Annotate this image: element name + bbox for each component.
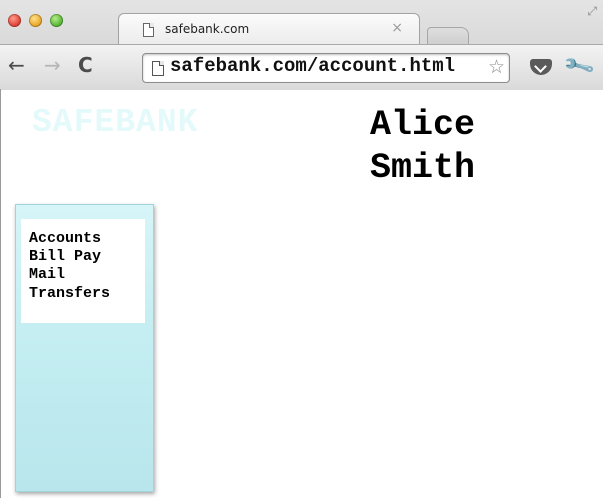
user-last-name: Smith [370, 148, 476, 188]
user-name: Alice Smith [370, 104, 475, 190]
sidebar: Accounts Bill Pay Mail Transfers [15, 204, 154, 492]
site-logo: SAFEBANK [32, 104, 199, 141]
fullscreen-icon[interactable]: ⤢ [587, 4, 597, 19]
tab-title: safebank.com [165, 22, 250, 36]
close-window-button[interactable] [8, 14, 21, 27]
wrench-icon[interactable]: 🔧 [562, 49, 597, 84]
forward-button[interactable]: → [44, 55, 61, 75]
nav-link-accounts[interactable]: Accounts [29, 230, 101, 247]
nav-menu: Accounts Bill Pay Mail Transfers [21, 219, 145, 323]
address-bar[interactable]: safebank.com/account.html ☆ [142, 53, 510, 83]
minimize-window-button[interactable] [29, 14, 42, 27]
browser-tab[interactable]: safebank.com × [118, 13, 420, 44]
tab-close-icon[interactable]: × [391, 20, 403, 36]
reload-button[interactable]: C [78, 55, 93, 75]
nav-link-mail[interactable]: Mail [29, 266, 65, 283]
nav-link-transfers[interactable]: Transfers [29, 285, 110, 302]
pocket-icon[interactable] [530, 59, 552, 75]
page-icon [143, 23, 154, 37]
bookmark-star-icon[interactable]: ☆ [488, 56, 505, 78]
browser-toolbar: ← → C safebank.com/account.html ☆ 🔧 [0, 44, 603, 90]
window-border [0, 89, 1, 498]
nav-link-bill-pay[interactable]: Bill Pay [29, 248, 101, 265]
user-first-name: Alice [370, 105, 476, 145]
page-icon [152, 61, 164, 76]
back-button[interactable]: ← [8, 55, 25, 75]
zoom-window-button[interactable] [50, 14, 63, 27]
browser-chrome: safebank.com × ⤢ ← → C safebank.com/acco… [0, 0, 603, 90]
url-text[interactable]: safebank.com/account.html [170, 55, 455, 77]
